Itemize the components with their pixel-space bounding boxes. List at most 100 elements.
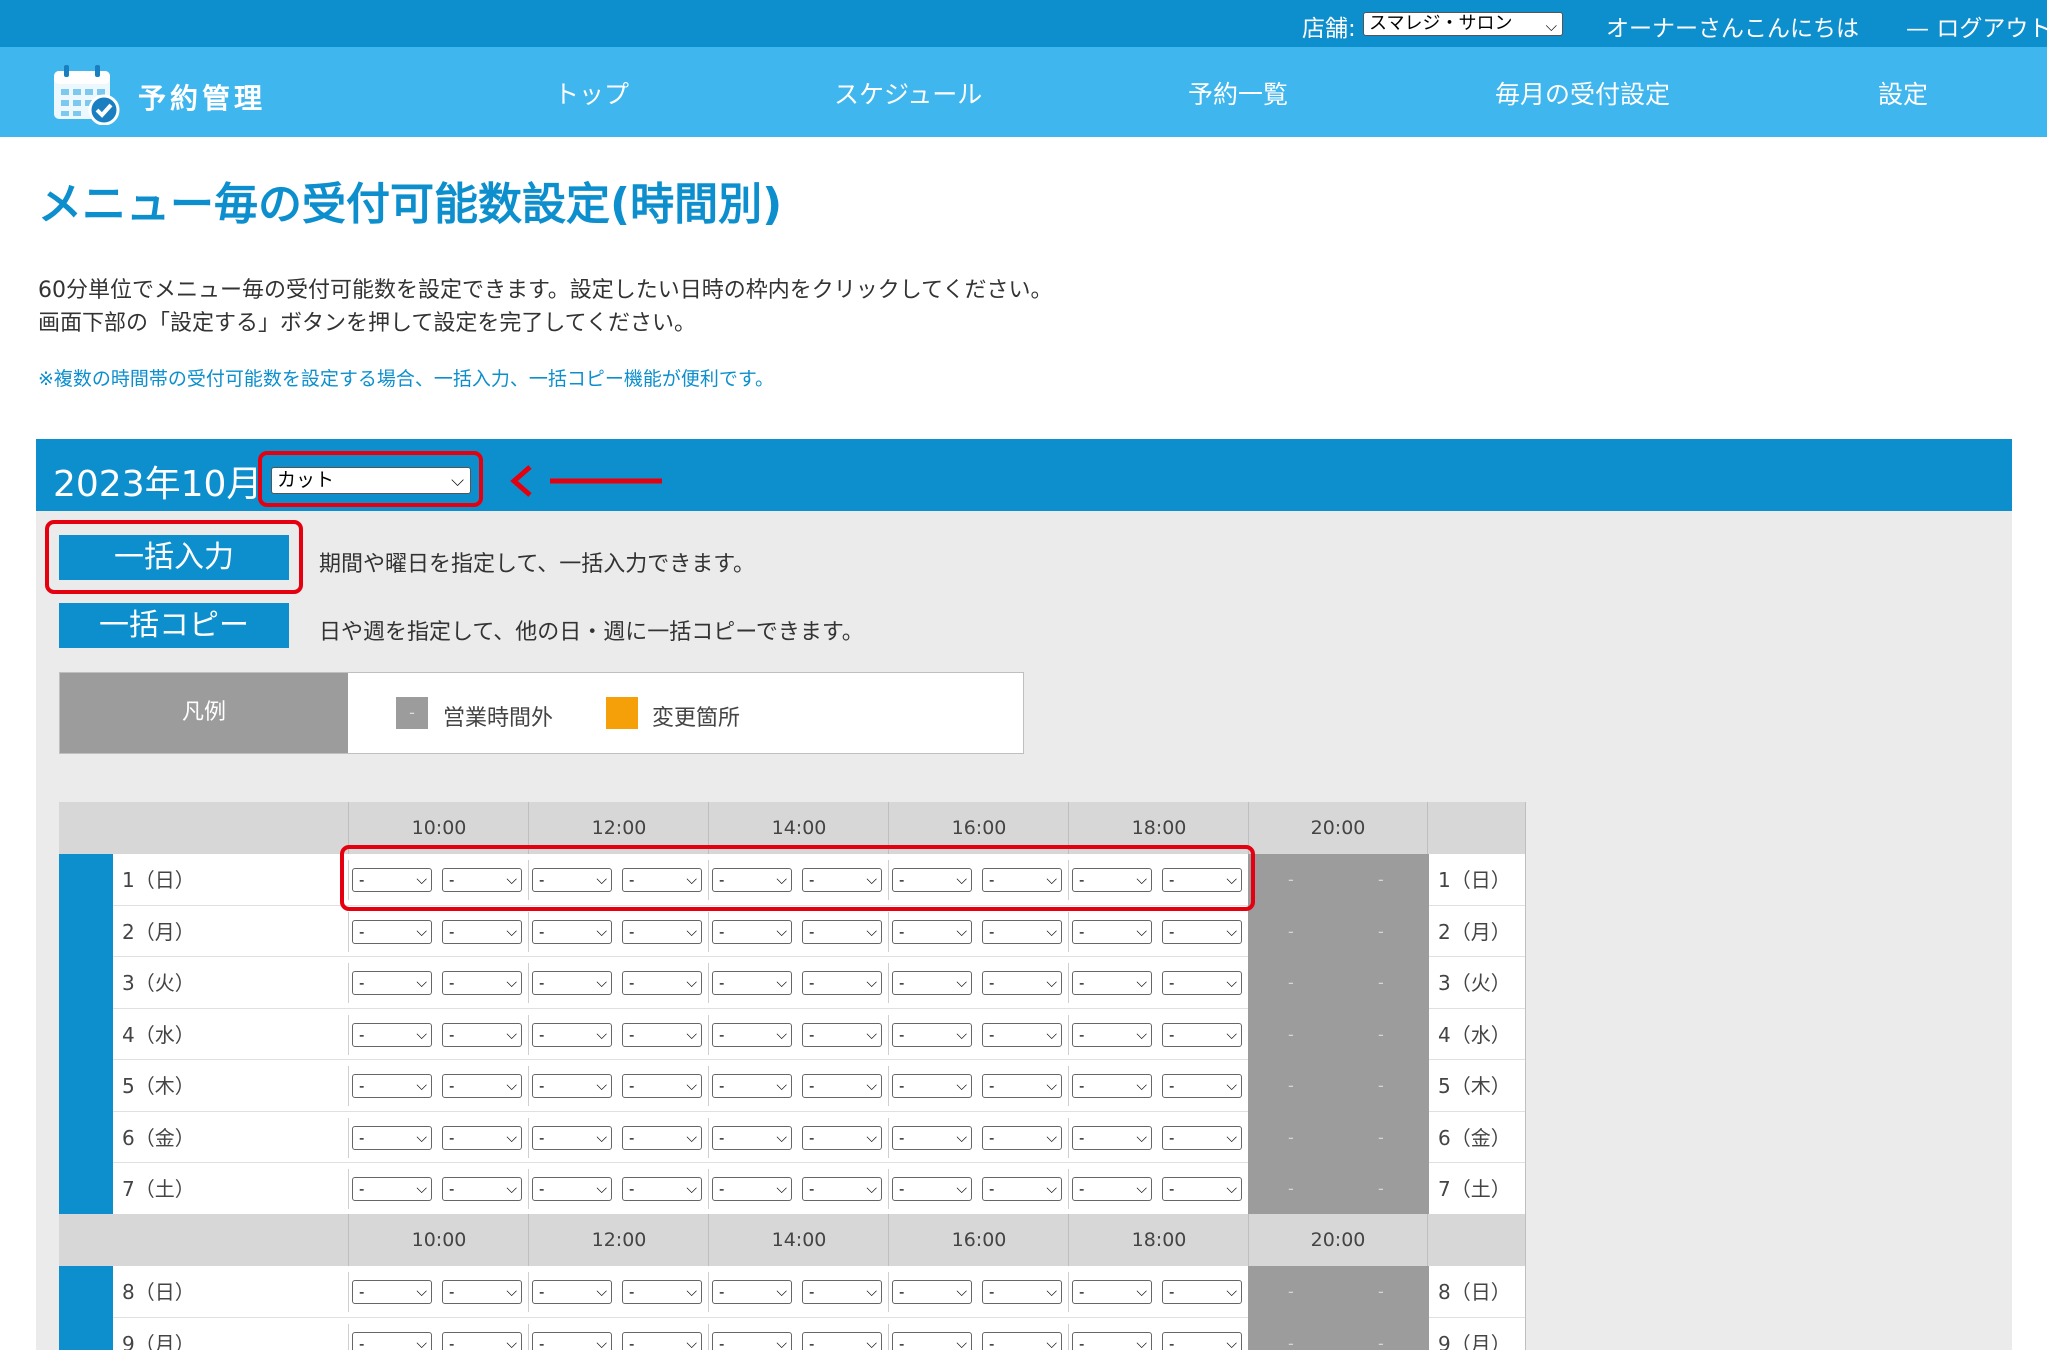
- capacity-select[interactable]: - ⌵: [982, 1022, 1062, 1047]
- capacity-select[interactable]: - ⌵: [442, 1280, 522, 1304]
- capacity-select[interactable]: - ⌵: [802, 1022, 882, 1047]
- capacity-select[interactable]: - ⌵: [532, 1331, 612, 1350]
- capacity-select[interactable]: - ⌵: [982, 919, 1062, 944]
- capacity-select[interactable]: - ⌵: [802, 971, 882, 995]
- capacity-select[interactable]: - ⌵: [622, 1074, 702, 1098]
- capacity-select[interactable]: - ⌵: [532, 1125, 612, 1150]
- capacity-select[interactable]: - ⌵: [532, 919, 612, 944]
- capacity-select[interactable]: - ⌵: [532, 1280, 612, 1304]
- capacity-select[interactable]: - ⌵: [802, 1074, 882, 1098]
- capacity-select[interactable]: - ⌵: [802, 1280, 882, 1304]
- capacity-select[interactable]: - ⌵: [352, 1022, 432, 1047]
- capacity-select[interactable]: - ⌵: [712, 868, 792, 892]
- capacity-select[interactable]: - ⌵: [892, 1125, 972, 1150]
- capacity-select[interactable]: - ⌵: [352, 1125, 432, 1150]
- calendar-check-icon[interactable]: [52, 63, 120, 125]
- nav-item-schedule[interactable]: スケジュール: [834, 75, 982, 111]
- capacity-select[interactable]: - ⌵: [1162, 868, 1242, 892]
- capacity-select[interactable]: - ⌵: [1162, 1331, 1242, 1350]
- capacity-select[interactable]: - ⌵: [712, 1022, 792, 1047]
- capacity-select[interactable]: - ⌵: [982, 1280, 1062, 1304]
- capacity-select[interactable]: - ⌵: [532, 1074, 612, 1098]
- nav-item-top[interactable]: トップ: [554, 75, 629, 111]
- capacity-select[interactable]: - ⌵: [1162, 1074, 1242, 1098]
- logout-link[interactable]: — ログアウト: [1906, 9, 2047, 43]
- capacity-select[interactable]: - ⌵: [802, 1177, 882, 1201]
- capacity-select[interactable]: - ⌵: [622, 919, 702, 944]
- nav-item-settings[interactable]: 設定: [1878, 75, 1928, 111]
- capacity-select[interactable]: - ⌵: [622, 971, 702, 995]
- capacity-select[interactable]: - ⌵: [622, 1125, 702, 1150]
- capacity-select[interactable]: - ⌵: [352, 868, 432, 892]
- capacity-select[interactable]: - ⌵: [532, 1177, 612, 1201]
- capacity-select[interactable]: - ⌵: [1072, 1280, 1152, 1304]
- capacity-select[interactable]: - ⌵: [892, 1177, 972, 1201]
- capacity-select[interactable]: - ⌵: [1072, 1177, 1152, 1201]
- capacity-select[interactable]: - ⌵: [712, 919, 792, 944]
- capacity-select[interactable]: - ⌵: [1162, 919, 1242, 944]
- capacity-select[interactable]: - ⌵: [712, 1074, 792, 1098]
- menu-select[interactable]: カット ⌵: [271, 467, 471, 494]
- capacity-select[interactable]: - ⌵: [802, 1331, 882, 1350]
- capacity-select[interactable]: - ⌵: [1072, 1125, 1152, 1150]
- capacity-select[interactable]: - ⌵: [442, 919, 522, 944]
- capacity-select[interactable]: - ⌵: [442, 1177, 522, 1201]
- capacity-select[interactable]: - ⌵: [1162, 1177, 1242, 1201]
- capacity-select[interactable]: - ⌵: [1162, 1022, 1242, 1047]
- nav-item-monthly-settings[interactable]: 毎月の受付設定: [1495, 75, 1670, 111]
- capacity-select[interactable]: - ⌵: [442, 1074, 522, 1098]
- capacity-select[interactable]: - ⌵: [352, 919, 432, 944]
- capacity-select[interactable]: - ⌵: [892, 1280, 972, 1304]
- capacity-select[interactable]: - ⌵: [802, 919, 882, 944]
- capacity-select[interactable]: - ⌵: [442, 868, 522, 892]
- capacity-select[interactable]: - ⌵: [532, 971, 612, 995]
- capacity-select[interactable]: - ⌵: [712, 971, 792, 995]
- capacity-select[interactable]: - ⌵: [442, 1331, 522, 1350]
- capacity-select[interactable]: - ⌵: [1162, 1280, 1242, 1304]
- capacity-select[interactable]: - ⌵: [622, 1280, 702, 1304]
- capacity-select[interactable]: - ⌵: [982, 1074, 1062, 1098]
- capacity-select[interactable]: - ⌵: [1072, 868, 1152, 892]
- capacity-select[interactable]: - ⌵: [712, 1177, 792, 1201]
- capacity-select[interactable]: - ⌵: [442, 1125, 522, 1150]
- capacity-select[interactable]: - ⌵: [1072, 1331, 1152, 1350]
- capacity-select[interactable]: - ⌵: [802, 1125, 882, 1150]
- capacity-select[interactable]: - ⌵: [1072, 919, 1152, 944]
- capacity-select[interactable]: - ⌵: [352, 1280, 432, 1304]
- capacity-select[interactable]: - ⌵: [1072, 1074, 1152, 1098]
- capacity-select[interactable]: - ⌵: [712, 1125, 792, 1150]
- capacity-select[interactable]: - ⌵: [532, 1022, 612, 1047]
- capacity-select[interactable]: - ⌵: [802, 868, 882, 892]
- capacity-select[interactable]: - ⌵: [982, 971, 1062, 995]
- capacity-select[interactable]: - ⌵: [622, 1022, 702, 1047]
- capacity-select[interactable]: - ⌵: [352, 1331, 432, 1350]
- capacity-select[interactable]: - ⌵: [352, 1177, 432, 1201]
- capacity-select[interactable]: - ⌵: [1072, 1022, 1152, 1047]
- capacity-select[interactable]: - ⌵: [892, 868, 972, 892]
- capacity-select[interactable]: - ⌵: [442, 1022, 522, 1047]
- capacity-select[interactable]: - ⌵: [892, 971, 972, 995]
- store-select[interactable]: スマレジ・サロン ⌵: [1363, 12, 1563, 36]
- capacity-select[interactable]: - ⌵: [982, 868, 1062, 892]
- capacity-select[interactable]: - ⌵: [712, 1280, 792, 1304]
- capacity-select[interactable]: - ⌵: [622, 1331, 702, 1350]
- capacity-select[interactable]: - ⌵: [622, 1177, 702, 1201]
- capacity-select[interactable]: - ⌵: [622, 868, 702, 892]
- capacity-select[interactable]: - ⌵: [1162, 1125, 1242, 1150]
- capacity-select[interactable]: - ⌵: [982, 1177, 1062, 1201]
- capacity-select[interactable]: - ⌵: [982, 1331, 1062, 1350]
- capacity-select[interactable]: - ⌵: [442, 971, 522, 995]
- capacity-select[interactable]: - ⌵: [982, 1125, 1062, 1150]
- capacity-select[interactable]: - ⌵: [1162, 971, 1242, 995]
- capacity-select[interactable]: - ⌵: [1072, 971, 1152, 995]
- capacity-select[interactable]: - ⌵: [352, 1074, 432, 1098]
- capacity-select[interactable]: - ⌵: [892, 1074, 972, 1098]
- capacity-select[interactable]: - ⌵: [712, 1331, 792, 1350]
- capacity-select[interactable]: - ⌵: [532, 868, 612, 892]
- capacity-select[interactable]: - ⌵: [352, 971, 432, 995]
- bulk-input-button[interactable]: 一括入力: [59, 535, 289, 580]
- nav-item-reservations[interactable]: 予約一覧: [1188, 75, 1288, 111]
- capacity-select[interactable]: - ⌵: [892, 919, 972, 944]
- capacity-select[interactable]: - ⌵: [892, 1022, 972, 1047]
- bulk-copy-button[interactable]: 一括コピー: [59, 603, 289, 648]
